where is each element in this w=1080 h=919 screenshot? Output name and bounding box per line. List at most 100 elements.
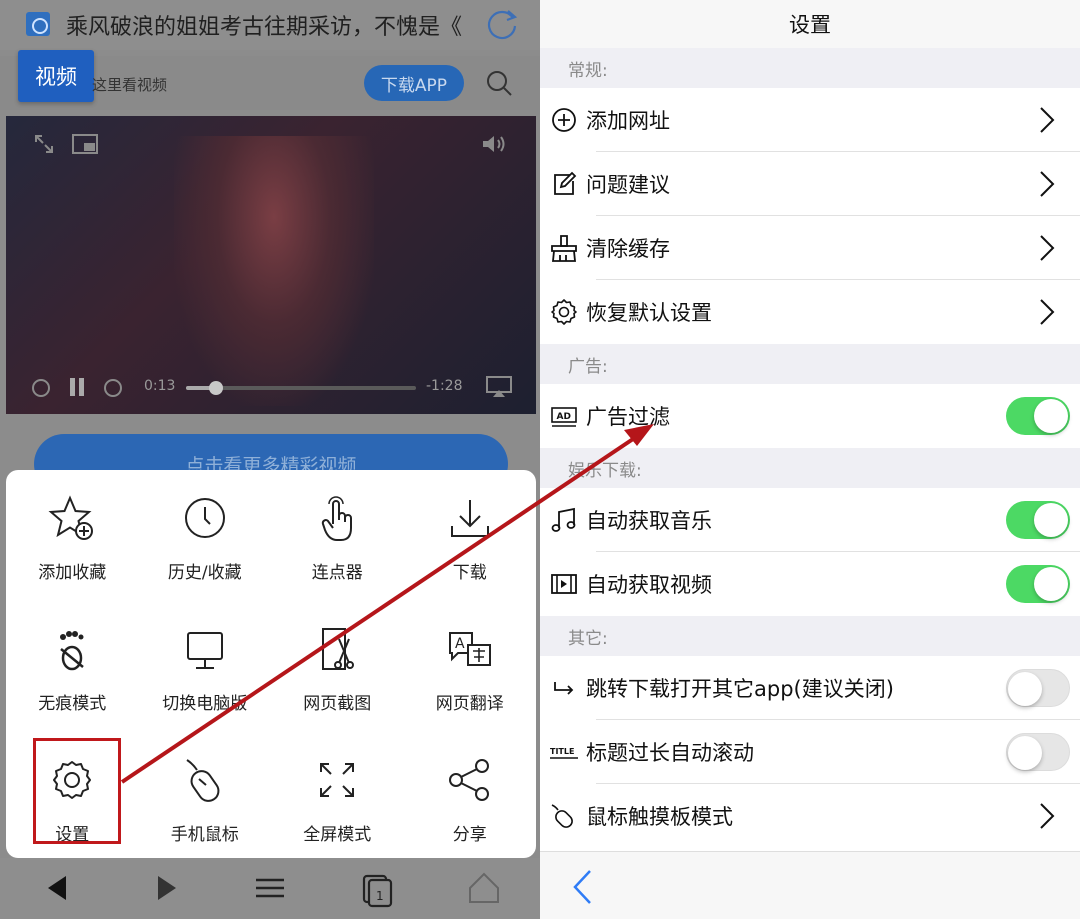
chevron-right-icon	[1040, 171, 1055, 197]
toggle-knob	[1034, 567, 1068, 601]
section-ads: 广告:	[540, 344, 1080, 384]
row-label: 问题建议	[586, 173, 670, 197]
row-open-other-app: 跳转下载打开其它app(建议关闭)	[540, 656, 1080, 720]
video-player[interactable]: 0:13 -1:28	[6, 116, 536, 414]
settings-highlight-box	[33, 738, 121, 844]
row-clear-cache[interactable]: 清除缓存	[540, 216, 1080, 280]
row-label: 广告过滤	[586, 405, 670, 429]
back-icon[interactable]	[38, 868, 78, 908]
menu-icon[interactable]	[250, 868, 290, 908]
chevron-right-icon	[1040, 107, 1055, 133]
download-icon	[450, 500, 489, 537]
row-touchpad-mode[interactable]: 鼠标触摸板模式	[540, 784, 1080, 848]
chevron-right-icon	[1040, 235, 1055, 261]
elapsed-time: 0:13	[144, 378, 176, 394]
browser-left-pane: 乘风破浪的姐姐考古往期采访，不愧是《 视频 这里看视频 下载APP 0:13 -…	[0, 0, 540, 919]
news-title[interactable]: 乘风破浪的姐姐考古往期采访，不愧是《	[66, 9, 476, 41]
menu-label: 无痕模式	[38, 694, 107, 714]
chevron-right-icon	[1040, 803, 1055, 829]
menu-label: 手机鼠标	[170, 825, 239, 845]
row-label: 添加网址	[586, 109, 670, 133]
plus-circle-icon	[550, 106, 578, 134]
mouse-icon	[186, 759, 220, 802]
home-icon[interactable]	[464, 868, 504, 908]
volume-icon[interactable]	[480, 132, 508, 156]
video-hint: 这里看视频	[92, 76, 168, 94]
open-other-app-toggle[interactable]	[1006, 669, 1070, 707]
svg-text:A: A	[455, 636, 465, 652]
toggle-knob	[1034, 503, 1068, 537]
video-badge[interactable]: 视频	[18, 50, 94, 102]
row-label: 恢复默认设置	[586, 301, 712, 325]
toggle-knob	[1008, 736, 1042, 770]
ad-icon: AD	[550, 402, 578, 430]
redirect-arrow-icon	[550, 674, 578, 702]
row-label: 标题过长自动滚动	[586, 741, 754, 765]
expand-icon[interactable]	[32, 132, 56, 156]
menu-history[interactable]: 历史/收藏	[139, 484, 272, 615]
svg-text:TITLE: TITLE	[550, 747, 574, 756]
section-other: 其它:	[540, 616, 1080, 656]
menu-screenshot[interactable]: 网页截图	[271, 615, 404, 746]
menu-label: 全屏模式	[303, 825, 372, 845]
menu-translate[interactable]: A 网页翻译	[404, 615, 537, 746]
chevron-right-icon	[1040, 299, 1055, 325]
auto-video-toggle[interactable]	[1006, 565, 1070, 603]
forward-15-icon[interactable]	[102, 376, 124, 398]
tabs-icon[interactable]: 1	[358, 868, 398, 908]
search-icon[interactable]	[484, 68, 514, 98]
video-site-bar: 视频 这里看视频 下载APP	[0, 50, 540, 110]
gear-icon	[550, 298, 578, 326]
airplay-icon[interactable]	[486, 376, 512, 398]
row-label: 自动获取视频	[586, 573, 712, 597]
back-chevron-icon[interactable]	[570, 868, 594, 906]
pip-icon[interactable]	[72, 134, 98, 154]
menu-download[interactable]: 下载	[404, 484, 537, 615]
title-icon: TITLE	[550, 738, 578, 766]
row-restore-defaults[interactable]: 恢复默认设置	[540, 280, 1080, 344]
menu-add-bookmark[interactable]: 添加收藏	[6, 484, 139, 615]
rewind-15-icon[interactable]	[30, 376, 52, 398]
menu-incognito[interactable]: 无痕模式	[6, 615, 139, 746]
section-general: 常规:	[540, 48, 1080, 88]
menu-label: 添加收藏	[38, 563, 107, 583]
video-progress-knob[interactable]	[208, 381, 223, 395]
tap-hand-icon	[322, 496, 353, 541]
row-feedback[interactable]: 问题建议	[540, 152, 1080, 216]
share-icon	[448, 759, 489, 801]
browser-toolbar: 1	[0, 858, 540, 919]
row-auto-video: 自动获取视频	[540, 552, 1080, 616]
download-app-button[interactable]: 下载APP	[364, 65, 464, 101]
menu-auto-clicker[interactable]: 连点器	[271, 484, 404, 615]
settings-bottom-bar	[540, 851, 1080, 919]
pause-icon[interactable]	[68, 377, 86, 397]
row-auto-music: 自动获取音乐	[540, 488, 1080, 552]
title-scroll-toggle[interactable]	[1006, 733, 1070, 771]
row-label: 跳转下载打开其它app(建议关闭)	[586, 677, 894, 701]
ad-filter-toggle[interactable]	[1006, 397, 1070, 435]
screenshot-scissors-icon	[322, 628, 355, 670]
auto-music-toggle[interactable]	[1006, 501, 1070, 539]
fullscreen-icon	[320, 763, 355, 797]
star-plus-icon	[48, 495, 94, 540]
menu-label: 切换电脑版	[162, 694, 248, 714]
menu-desktop-mode[interactable]: 切换电脑版	[139, 615, 272, 746]
svg-text:AD: AD	[557, 412, 571, 422]
settings-title: 设置	[540, 0, 1080, 48]
edit-icon	[550, 170, 578, 198]
mouse-icon	[550, 802, 578, 830]
desktop-icon	[186, 632, 223, 669]
menu-label: 下载	[452, 563, 487, 583]
incognito-footprint-icon	[60, 631, 85, 671]
broom-icon	[550, 234, 578, 262]
menu-label: 分享	[452, 825, 487, 845]
film-icon	[550, 570, 578, 598]
menu-label: 网页截图	[303, 694, 372, 714]
video-progress[interactable]	[186, 381, 416, 395]
news-header[interactable]: 乘风破浪的姐姐考古往期采访，不愧是《	[0, 0, 540, 50]
toggle-knob	[1008, 672, 1042, 706]
clock-icon	[184, 498, 225, 538]
refresh-icon[interactable]	[484, 6, 520, 42]
forward-icon[interactable]	[146, 868, 186, 908]
row-add-url[interactable]: 添加网址	[540, 88, 1080, 152]
